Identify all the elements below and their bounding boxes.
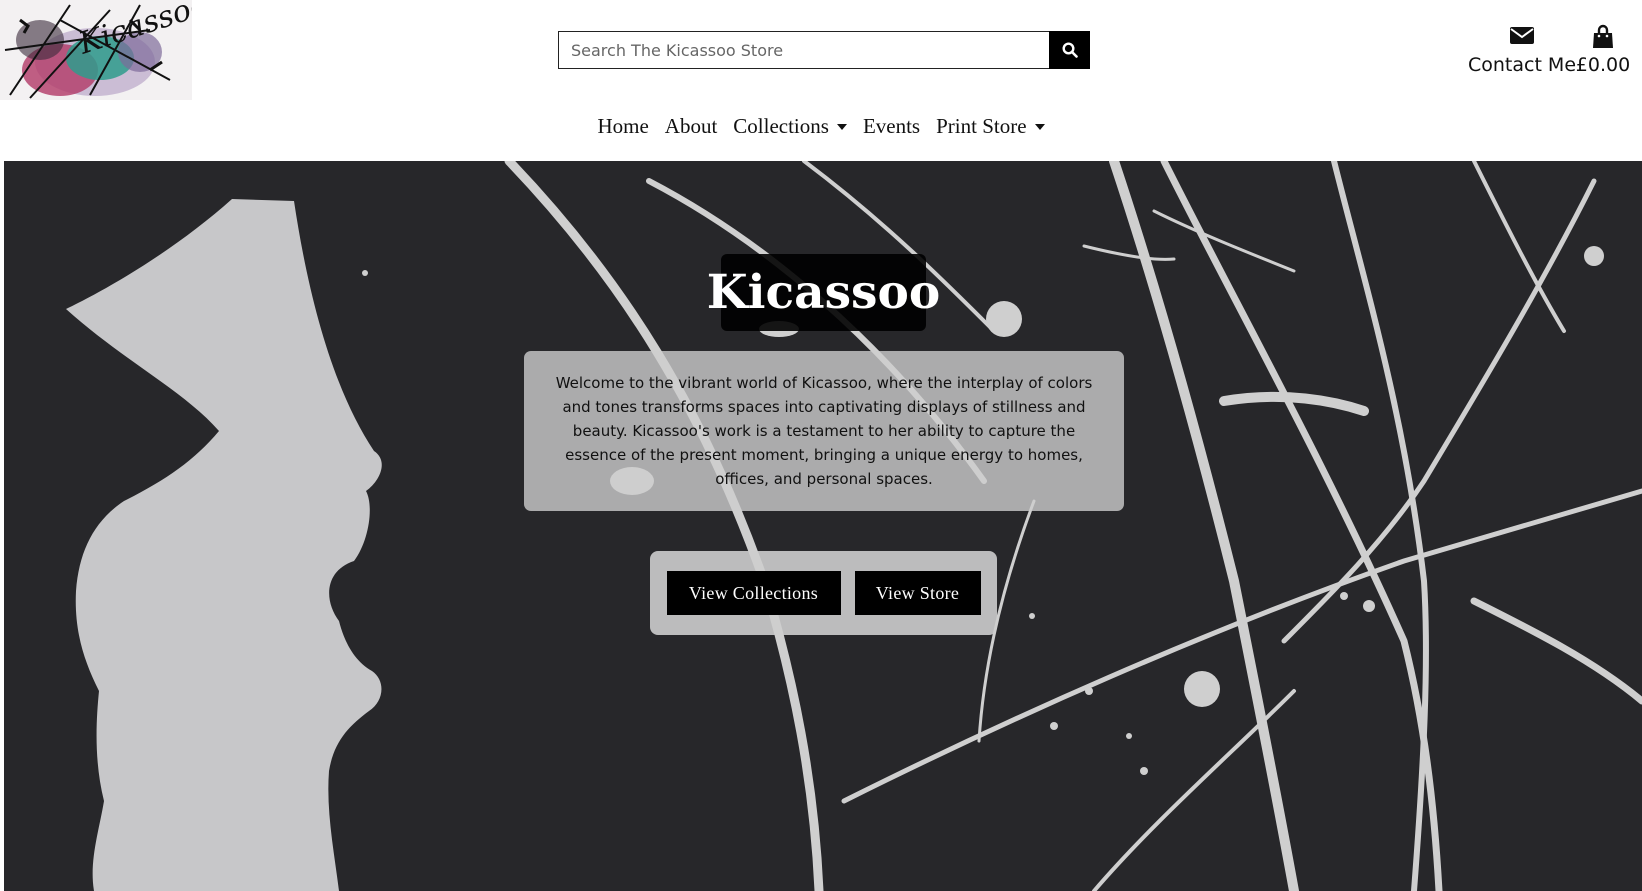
logo-artwork: Kicassoo. (0, 0, 192, 100)
contact-label: Contact Me (1467, 54, 1577, 76)
nav-about-label: About (664, 114, 718, 138)
nav-collections-label: Collections (733, 114, 829, 138)
nav-home-label: Home (597, 114, 649, 138)
site-logo[interactable]: Kicassoo. (0, 0, 192, 100)
nav-events-label: Events (862, 114, 921, 138)
chevron-down-icon (1034, 123, 1045, 130)
nav-home[interactable]: Home (589, 114, 656, 139)
envelope-icon (1453, 24, 1591, 50)
nav-print-store-label: Print Store (936, 114, 1027, 138)
chevron-down-icon (836, 123, 847, 130)
hero-description: Welcome to the vibrant world of Kicassoo… (524, 351, 1124, 511)
view-store-button[interactable]: View Store (854, 571, 981, 615)
main-nav: Home About Collections Events Print Stor… (0, 114, 1642, 139)
cart-link[interactable]: £0.00 (1572, 24, 1634, 76)
view-collections-button[interactable]: View Collections (666, 571, 841, 615)
hero-title: Kicassoo (707, 254, 940, 331)
contact-link[interactable]: Contact Me (1453, 24, 1591, 76)
search-icon (1061, 42, 1078, 58)
nav-collections-dropdown[interactable]: Collections (725, 114, 855, 139)
nav-about[interactable]: About (657, 114, 726, 139)
shopping-bag-icon (1572, 24, 1634, 50)
nav-print-store-dropdown[interactable]: Print Store (928, 114, 1052, 139)
search-input[interactable] (558, 31, 1049, 69)
hero-banner: Kicassoo Welcome to the vibrant world of… (4, 161, 1642, 891)
search-form (558, 31, 1090, 69)
cart-total: £0.00 (1575, 54, 1631, 76)
hero-button-group: View Collections View Store (650, 551, 997, 635)
nav-events[interactable]: Events (855, 114, 928, 139)
search-button[interactable] (1049, 31, 1090, 69)
